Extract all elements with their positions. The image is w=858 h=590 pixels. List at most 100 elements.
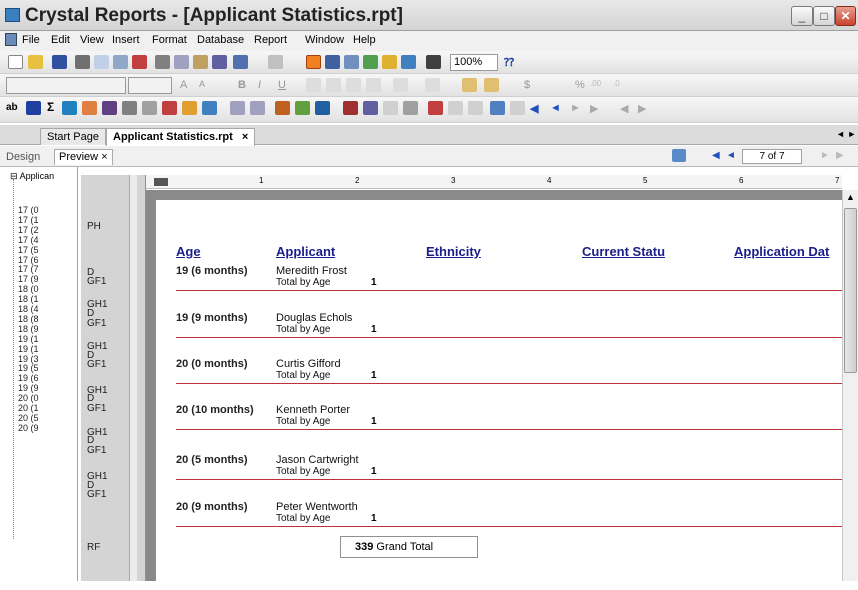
minimize-button[interactable]: _ xyxy=(791,6,813,26)
first-page-icon[interactable]: ◀ xyxy=(530,102,538,115)
next-page-button[interactable]: ► xyxy=(820,150,830,161)
menu-format[interactable]: Format xyxy=(152,34,187,46)
tab-start-page[interactable]: Start Page xyxy=(40,128,106,145)
decrease-decimals-button[interactable]: .0 xyxy=(613,79,620,88)
first-page-button[interactable]: ◀ xyxy=(712,150,720,161)
refresh-preview-icon[interactable] xyxy=(672,149,686,162)
hyperlink-icon[interactable] xyxy=(383,101,398,115)
last-page-icon[interactable]: ▶ xyxy=(590,102,598,115)
workbench-icon[interactable] xyxy=(401,55,416,69)
alerts-icon[interactable] xyxy=(448,101,463,115)
picture-icon[interactable] xyxy=(162,101,177,115)
tree-item[interactable]: 18 (9 xyxy=(18,324,39,334)
group-expert-icon[interactable] xyxy=(250,101,265,115)
tree-item[interactable]: 19 (1 xyxy=(18,344,39,354)
refresh-icon[interactable] xyxy=(113,55,128,69)
tree-item[interactable]: 17 (7 xyxy=(18,264,39,274)
close-button[interactable]: ✕ xyxy=(835,6,856,26)
tree-item[interactable]: 17 (4 xyxy=(18,235,39,245)
tree-item[interactable]: 17 (6 xyxy=(18,255,39,265)
tree-item[interactable]: 17 (9 xyxy=(18,274,39,284)
print-icon[interactable] xyxy=(75,55,90,69)
tree-item[interactable]: 19 (3 xyxy=(18,354,39,364)
preview-close-icon[interactable]: × xyxy=(101,151,107,163)
tree-item[interactable]: 17 (1 xyxy=(18,215,39,225)
tab-nav-arrows[interactable]: ◄ ► xyxy=(836,129,856,139)
section-label[interactable]: PH xyxy=(87,221,101,232)
forward-icon[interactable]: ▶ xyxy=(638,102,646,115)
section-label[interactable]: GF1 xyxy=(87,403,106,414)
save-icon[interactable] xyxy=(52,55,67,69)
menu-report[interactable]: Report xyxy=(254,34,287,46)
tab-design[interactable]: Design xyxy=(6,151,40,163)
box-icon[interactable] xyxy=(142,101,157,115)
next-page-icon[interactable]: ► xyxy=(570,102,581,114)
menu-database[interactable]: Database xyxy=(197,34,244,46)
format-painter-icon[interactable] xyxy=(212,55,227,69)
find-icon[interactable] xyxy=(426,55,441,69)
summary-icon[interactable]: Σ xyxy=(47,100,54,114)
scroll-thumb[interactable] xyxy=(844,208,857,373)
prev-page-button[interactable]: ◄ xyxy=(726,150,736,161)
subreport-icon[interactable] xyxy=(102,101,117,115)
tree-item[interactable]: 19 (5 xyxy=(18,363,39,373)
export-icon[interactable] xyxy=(132,55,147,69)
tree-item[interactable]: 17 (2 xyxy=(18,225,39,235)
field-explorer-icon[interactable] xyxy=(325,55,340,69)
percent-button[interactable]: % xyxy=(575,79,585,91)
menu-window[interactable]: Window xyxy=(305,34,344,46)
vertical-scrollbar[interactable]: ▲ xyxy=(842,190,858,581)
font-color-icon[interactable] xyxy=(393,78,408,92)
italic-button[interactable]: I xyxy=(258,79,261,91)
paste-icon[interactable] xyxy=(193,55,208,69)
report-options-icon[interactable] xyxy=(428,101,443,115)
tree-item[interactable]: 18 (4 xyxy=(18,304,39,314)
open-icon[interactable] xyxy=(28,55,43,69)
tree-item[interactable]: 20 (0 xyxy=(18,393,39,403)
tree-item[interactable]: 19 (9 xyxy=(18,383,39,393)
dependency-checker-icon[interactable] xyxy=(382,55,397,69)
group-tree-icon[interactable] xyxy=(306,55,321,69)
scroll-up-icon[interactable]: ▲ xyxy=(843,190,858,204)
menu-view[interactable]: View xyxy=(80,34,104,46)
grand-total-box[interactable]: 339 Grand Total xyxy=(340,536,478,558)
menu-edit[interactable]: Edit xyxy=(51,34,70,46)
highlight-expert-icon[interactable] xyxy=(343,101,358,115)
text-object-icon[interactable]: ab xyxy=(6,102,18,113)
tree-item[interactable]: 19 (1 xyxy=(18,334,39,344)
tree-root[interactable]: ⊟ Applican xyxy=(10,171,54,182)
page-indicator[interactable]: 7 of 7 xyxy=(742,149,802,164)
tree-item[interactable]: 20 (5 xyxy=(18,413,39,423)
section-label[interactable]: RF xyxy=(87,542,100,553)
decrease-font-button[interactable]: A xyxy=(199,79,205,89)
record-sort-icon[interactable] xyxy=(275,101,290,115)
zoom-select[interactable]: 100% xyxy=(450,54,498,71)
repository-explorer-icon[interactable] xyxy=(363,55,378,69)
tree-item[interactable]: 19 (6 xyxy=(18,373,39,383)
xml-icon[interactable] xyxy=(363,101,378,115)
maximize-button[interactable]: □ xyxy=(813,6,835,26)
refresh-data-icon[interactable] xyxy=(490,101,505,115)
stop-icon[interactable] xyxy=(510,101,525,115)
menu-insert[interactable]: Insert xyxy=(112,34,140,46)
tree-item[interactable]: 17 (0 xyxy=(18,205,39,215)
tab-preview[interactable]: Preview × xyxy=(54,149,113,165)
menu-help[interactable]: Help xyxy=(353,34,376,46)
group-icon[interactable] xyxy=(26,101,41,115)
print-preview-icon[interactable] xyxy=(94,55,109,69)
line-icon[interactable] xyxy=(122,101,137,115)
tree-item[interactable]: 18 (8 xyxy=(18,314,39,324)
undo-icon[interactable] xyxy=(233,55,248,69)
section-label[interactable]: GF1 xyxy=(87,489,106,500)
formula-workshop-icon[interactable] xyxy=(295,101,310,115)
align-left-icon[interactable] xyxy=(306,78,321,92)
olap-icon[interactable] xyxy=(82,101,97,115)
help-pointer-icon[interactable]: ⁇ xyxy=(504,56,514,69)
back-icon[interactable]: ◀ xyxy=(620,102,628,115)
redo-icon[interactable] xyxy=(268,55,283,69)
bold-button[interactable]: B xyxy=(238,79,246,91)
last-page-button[interactable]: ▶ xyxy=(836,150,844,161)
align-right-icon[interactable] xyxy=(346,78,361,92)
new-icon[interactable] xyxy=(8,55,23,69)
align-center-icon[interactable] xyxy=(326,78,341,92)
